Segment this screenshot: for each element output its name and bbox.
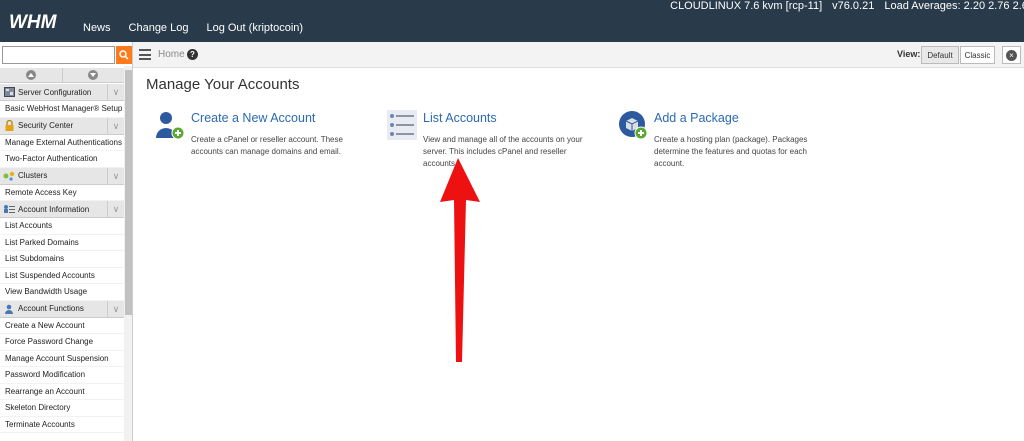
- help-icon[interactable]: ?: [187, 49, 198, 60]
- whm-logo-icon: WHM: [9, 12, 58, 33]
- svg-text:WHM: WHM: [9, 12, 58, 33]
- sidebar-item-external-auth[interactable]: Manage External Authentications: [0, 135, 124, 151]
- nav-header-label: Clusters: [18, 171, 48, 180]
- sidebar-item-terminate[interactable]: Terminate Accounts: [0, 417, 124, 433]
- card-title[interactable]: Add a Package: [654, 111, 739, 125]
- sidebar-nav: Server Configuration ∨ Basic WebHost Man…: [0, 84, 124, 433]
- change-log-link[interactable]: Change Log: [129, 22, 189, 34]
- sidebar-item-rearrange[interactable]: Rearrange an Account: [0, 384, 124, 400]
- sidebar-item-bandwidth[interactable]: View Bandwidth Usage: [0, 284, 124, 301]
- server-version: v76.0.21: [832, 0, 875, 12]
- nav-header-server-configuration[interactable]: Server Configuration ∨: [0, 84, 124, 101]
- whm-logo[interactable]: WHM: [8, 9, 72, 33]
- view-label: View:: [897, 49, 921, 59]
- sidebar-item-remote-access-key[interactable]: Remote Access Key: [0, 185, 124, 201]
- nav-header-label: Security Center: [18, 121, 74, 130]
- nav-header-security-center[interactable]: Security Center ∨: [0, 117, 124, 135]
- card-title[interactable]: Create a New Account: [191, 111, 315, 125]
- cluster-icon: [2, 170, 16, 182]
- sidebar: Server Configuration ∨ Basic WebHost Man…: [0, 42, 133, 441]
- card-title[interactable]: List Accounts: [423, 111, 497, 125]
- top-nav: News Change Log Log Out (kriptocoin): [83, 22, 303, 34]
- server-os: CLOUDLINUX 7.6 kvm [rcp-11]: [670, 0, 823, 12]
- nav-header-clusters[interactable]: Clusters ∨: [0, 167, 124, 185]
- top-bar: WHM News Change Log Log Out (kriptocoin)…: [0, 0, 1024, 42]
- sidebar-item-list-accounts[interactable]: List Accounts: [0, 218, 124, 235]
- server-icon: [2, 86, 16, 98]
- sidebar-item-list-suspended[interactable]: List Suspended Accounts: [0, 268, 124, 284]
- sidebar-item-skeleton[interactable]: Skeleton Directory: [0, 400, 124, 417]
- sidebar-item-force-password[interactable]: Force Password Change: [0, 334, 124, 351]
- sidebar-item-password-mod[interactable]: Password Modification: [0, 367, 124, 384]
- nav-header-label: Account Functions: [18, 304, 84, 313]
- sidebar-item-create-account[interactable]: Create a New Account: [0, 318, 124, 334]
- sidebar-scrollbar[interactable]: [124, 66, 132, 441]
- nav-header-account-functions[interactable]: Account Functions ∨: [0, 300, 124, 318]
- nav-header-account-information[interactable]: Account Information ∨: [0, 201, 124, 218]
- user-icon: [2, 303, 16, 315]
- load-averages: Load Averages: 2.20 2.76 2.69: [884, 0, 1024, 12]
- chevron-down-icon[interactable]: ∨: [107, 84, 124, 101]
- breadcrumb-home[interactable]: Home: [158, 49, 185, 60]
- card-description: Create a hosting plan (package). Package…: [654, 135, 808, 168]
- collapse-controls: [0, 68, 124, 83]
- nav-header-label: Account Information: [18, 204, 90, 214]
- logout-link[interactable]: Log Out (kriptocoin): [206, 22, 303, 34]
- chevron-down-icon[interactable]: ∨: [107, 167, 124, 185]
- chevron-down-icon[interactable]: ∨: [107, 201, 124, 218]
- expand-all-button[interactable]: [63, 68, 125, 82]
- add-package-icon[interactable]: [618, 110, 648, 140]
- card-description: Create a cPanel or reseller account. The…: [191, 135, 343, 156]
- sidebar-item-suspension[interactable]: Manage Account Suspension: [0, 351, 124, 367]
- collapse-all-button[interactable]: [0, 68, 63, 82]
- account-info-icon: [2, 203, 16, 215]
- chevron-up-icon: [25, 70, 36, 80]
- view-default-button[interactable]: Default: [921, 46, 959, 64]
- chevron-down-icon: [88, 70, 99, 80]
- scrollbar-thumb[interactable]: [125, 70, 132, 315]
- view-classic-button[interactable]: Classic: [960, 46, 995, 64]
- sidebar-item-two-factor[interactable]: Two-Factor Authentication: [0, 151, 124, 168]
- search-icon: [119, 50, 129, 60]
- breadcrumb: Home ? View: Default Classic ×: [133, 42, 1024, 68]
- red-arrow-annotation: [440, 158, 480, 362]
- search-button[interactable]: [116, 46, 132, 64]
- sidebar-search: [2, 46, 132, 65]
- search-input[interactable]: [2, 46, 115, 64]
- news-link[interactable]: News: [83, 22, 111, 34]
- list-icon[interactable]: [387, 110, 417, 140]
- add-user-icon[interactable]: [155, 110, 185, 140]
- sidebar-item-list-parked-domains[interactable]: List Parked Domains: [0, 235, 124, 251]
- server-info: CLOUDLINUX 7.6 kvm [rcp-11] v76.0.21 Loa…: [670, 0, 1024, 12]
- sidebar-item-basic-setup[interactable]: Basic WebHost Manager® Setup: [0, 101, 124, 118]
- nav-header-label: Server Configuration: [18, 87, 92, 97]
- close-button[interactable]: ×: [1002, 46, 1021, 64]
- lock-icon: [2, 120, 16, 132]
- page-title: Manage Your Accounts: [146, 76, 300, 93]
- close-icon: ×: [1006, 49, 1017, 61]
- menu-toggle-icon[interactable]: [139, 49, 151, 60]
- chevron-down-icon[interactable]: ∨: [107, 117, 124, 135]
- sidebar-item-list-subdomains[interactable]: List Subdomains: [0, 251, 124, 268]
- chevron-down-icon[interactable]: ∨: [107, 300, 124, 318]
